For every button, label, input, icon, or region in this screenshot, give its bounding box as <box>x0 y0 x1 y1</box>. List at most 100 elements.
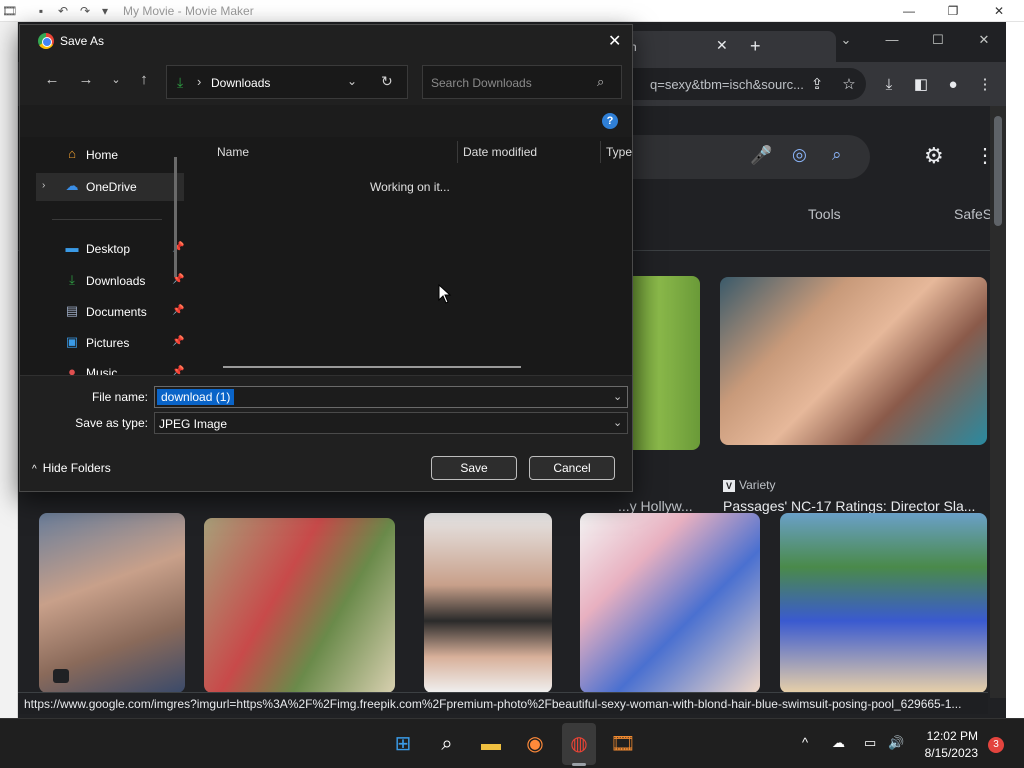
file-name-value[interactable]: download (1) <box>157 389 235 405</box>
horizontal-scrollbar[interactable] <box>223 366 521 368</box>
result-thumbnail[interactable] <box>204 518 395 693</box>
location-dropdown-icon[interactable]: ⌄ <box>347 74 357 88</box>
firefox-icon[interactable]: ◉ <box>520 729 550 759</box>
back-arrow-icon[interactable]: ← <box>42 71 62 88</box>
column-name[interactable]: Name <box>217 145 249 159</box>
menu-kebab-icon[interactable]: ⋮ <box>974 74 996 96</box>
save-icon[interactable]: ▪ <box>34 4 48 18</box>
safesearch-link[interactable]: SafeS <box>954 206 990 222</box>
location-bar[interactable]: ⤓ › Downloads ⌄ ↻ <box>166 65 408 99</box>
dialog-close-icon[interactable]: ✕ <box>608 31 621 51</box>
movie-maker-taskbar-icon[interactable]: 🎞 <box>608 729 638 759</box>
nav-item-music[interactable]: ● Music 📌 <box>36 359 185 376</box>
notification-badge[interactable]: 3 <box>988 737 1004 753</box>
hide-folders-toggle[interactable]: ^ Hide Folders <box>32 461 111 475</box>
nav-pane-scrollbar[interactable] <box>174 157 177 277</box>
up-arrow-icon[interactable]: ↑ <box>134 71 154 88</box>
location-text[interactable]: Downloads <box>211 76 270 90</box>
folder-search-input[interactable]: Search Downloads ⌕ <box>422 65 622 99</box>
search-icon[interactable]: ⌕ <box>597 74 604 90</box>
forward-arrow-icon[interactable]: → <box>76 71 96 88</box>
breadcrumb-chevron-icon: › <box>197 74 202 89</box>
side-panel-icon[interactable]: ◧ <box>910 74 932 96</box>
nav-item-documents[interactable]: ▤ Documents 📌 <box>36 298 185 326</box>
film-icon: 🎞 <box>2 4 18 18</box>
expand-chevron-icon[interactable]: › <box>42 180 45 191</box>
page-scrollbar[interactable] <box>990 106 1006 698</box>
close-button[interactable]: ✕ <box>976 2 1022 20</box>
address-bar[interactable]: q=sexy&tbm=isch&sourc... <box>616 68 866 100</box>
search-icon[interactable]: ⌕ <box>832 145 842 165</box>
file-explorer-icon[interactable]: ▬ <box>476 729 506 759</box>
chrome-maximize-button[interactable]: ☐ <box>918 28 958 52</box>
redo-icon[interactable]: ↷ <box>78 4 92 18</box>
tools-link[interactable]: Tools <box>808 206 841 222</box>
scrollbar-thumb[interactable] <box>994 116 1002 226</box>
result-thumbnail[interactable] <box>39 513 185 693</box>
lens-icon[interactable]: ◎ <box>792 145 807 165</box>
save-as-type-value: JPEG Image <box>159 417 228 431</box>
undo-icon[interactable]: ↶ <box>56 4 70 18</box>
start-windows-icon[interactable]: ⊞ <box>388 729 418 759</box>
search-placeholder: Search Downloads <box>431 76 532 90</box>
save-as-type-dropdown-icon[interactable]: ⌄ <box>613 416 622 429</box>
column-header: Name Date modified Type <box>185 137 632 167</box>
nav-item-pictures[interactable]: ▣ Pictures 📌 <box>36 329 185 357</box>
volume-icon[interactable]: 🔊 <box>888 735 904 751</box>
voice-search-icon[interactable]: 🎤 <box>750 145 772 166</box>
result-caption[interactable]: Passages' NC-17 Ratings: Director Sla... <box>723 498 975 514</box>
apps-grid-icon[interactable]: ⋮⋮ <box>975 143 990 168</box>
result-thumbnail[interactable] <box>720 277 987 445</box>
dialog-titlebar: Save As ✕ <box>20 25 632 57</box>
result-thumbnail[interactable] <box>580 513 760 693</box>
hide-folders-label: Hide Folders <box>42 461 111 475</box>
help-icon[interactable]: ? <box>602 113 618 129</box>
share-icon[interactable]: ⇪ <box>806 74 828 96</box>
refresh-icon[interactable]: ↻ <box>381 73 393 90</box>
minimize-button[interactable]: — <box>886 2 932 20</box>
taskbar-search-icon[interactable]: ⌕ <box>432 729 462 759</box>
file-name-dropdown-icon[interactable]: ⌄ <box>613 390 622 403</box>
nav-item-label: Downloads <box>86 274 146 288</box>
nav-item-label: Documents <box>86 305 147 319</box>
nav-item-onedrive[interactable]: › ☁ OneDrive <box>36 173 184 201</box>
tab-search-icon[interactable]: ⌄ <box>826 28 866 52</box>
tray-overflow-chevron-icon[interactable]: ^ <box>802 735 808 750</box>
nav-item-downloads[interactable]: ⤓ Downloads 📌 <box>36 267 184 295</box>
tab-close-icon[interactable]: ✕ <box>716 37 728 54</box>
nav-item-desktop[interactable]: ▬ Desktop 📌 <box>36 235 185 263</box>
column-date-modified[interactable]: Date modified <box>463 145 537 159</box>
save-as-type-select[interactable]: JPEG Image ⌄ <box>154 412 628 434</box>
download-folder-icon: ⤓ <box>177 74 184 90</box>
dialog-command-bar: ? <box>20 105 632 137</box>
cancel-button[interactable]: Cancel <box>529 456 615 480</box>
variety-logo-icon: V <box>723 480 735 492</box>
new-tab-icon[interactable]: + <box>750 36 761 57</box>
clock-date[interactable]: 8/15/2023 <box>918 746 978 760</box>
file-name-input[interactable]: download (1) ⌄ <box>154 386 628 408</box>
customize-toolbar-icon[interactable]: ▾ <box>98 4 112 18</box>
chevron-up-icon: ^ <box>32 464 37 475</box>
network-off-icon[interactable]: ☁ <box>832 735 845 751</box>
column-type[interactable]: Type <box>606 145 632 159</box>
bookmark-star-icon[interactable]: ☆ <box>838 74 860 96</box>
result-thumbnail[interactable] <box>780 513 987 693</box>
chrome-minimize-button[interactable]: — <box>872 28 912 52</box>
maximize-button[interactable]: ❐ <box>930 2 976 20</box>
settings-gear-icon[interactable]: ⚙ <box>924 143 944 169</box>
column-separator[interactable] <box>457 141 458 163</box>
chrome-close-button[interactable]: ✕ <box>964 28 1004 52</box>
profile-icon[interactable]: ● <box>942 74 964 96</box>
download-icon[interactable]: ⤓ <box>878 74 900 96</box>
result-source[interactable]: V Variety <box>723 478 775 492</box>
clock-time[interactable]: 12:02 PM <box>918 729 978 743</box>
display-icon[interactable]: ▭ <box>864 735 876 751</box>
nav-item-home[interactable]: ⌂ Home <box>36 141 184 169</box>
result-caption[interactable]: ...y Hollyw... <box>618 498 693 514</box>
chrome-taskbar-icon[interactable]: ◍ <box>564 729 594 759</box>
save-button[interactable]: Save <box>431 456 517 480</box>
result-thumbnail[interactable] <box>424 513 552 693</box>
pin-icon: 📌 <box>172 366 185 375</box>
column-separator[interactable] <box>600 141 601 163</box>
recent-locations-icon[interactable]: ⌄ <box>106 73 126 86</box>
